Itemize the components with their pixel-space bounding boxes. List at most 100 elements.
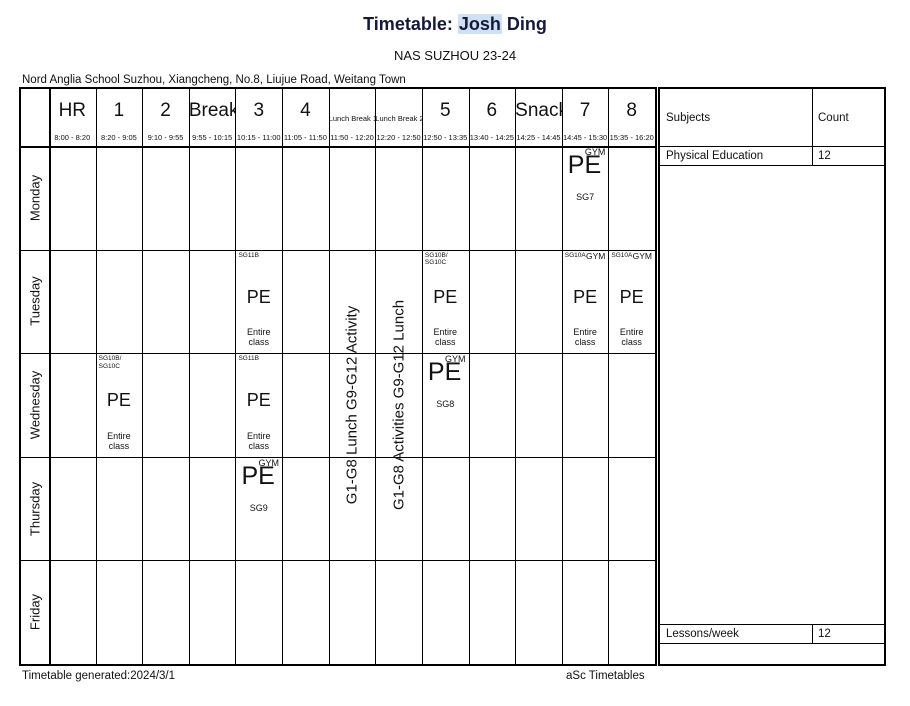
- lessons-per-week-label: Lessons/week: [666, 628, 739, 640]
- school-year-subtitle: NAS SUZHOU 23-24: [393, 48, 517, 63]
- grid-column-divider: [95, 89, 97, 664]
- lesson-class-scope: Entire class: [107, 430, 131, 451]
- day-label-text: Monday: [27, 174, 43, 221]
- lesson-cell[interactable]: GYM PE SG8: [422, 353, 469, 457]
- grid-row-divider: [21, 456, 655, 458]
- lesson-class-code: SG11B: [238, 251, 259, 259]
- period-time: 14:25 - 14:45: [516, 133, 561, 142]
- period-time: 15:35 - 16:20: [609, 133, 654, 142]
- lesson-cell[interactable]: GYM PE SG7: [562, 146, 609, 250]
- lesson-class-scope: Entire class: [573, 327, 597, 348]
- period-name: Lunch Break 1: [328, 114, 376, 123]
- lesson-subject: PE: [619, 286, 644, 307]
- lunch-break-2-vertical-label: G1-G8 Activities G9-G12 Lunch: [375, 146, 422, 664]
- grid-column-divider: [235, 89, 237, 664]
- footer-product-name: aSc Timetables: [566, 670, 645, 682]
- day-label-friday: Friday: [21, 560, 49, 664]
- title-suffix: Ding: [501, 14, 547, 34]
- period-name: Snack: [515, 101, 562, 121]
- page-title: Timetable: Josh Ding: [0, 14, 910, 35]
- lesson-class-code: SG10A: [564, 251, 586, 259]
- lunch-break-1-vertical-label: G1-G8 Lunch G9-G12 Activity: [329, 146, 376, 664]
- period-header-1: 1 8:20 - 9:05: [96, 89, 143, 146]
- day-label-text: Friday: [27, 594, 43, 631]
- period-name: 6: [486, 101, 498, 121]
- lesson-subject: PE: [246, 286, 271, 307]
- footer-generated-date: Timetable generated:2024/3/1: [22, 670, 176, 682]
- period-time: 8:20 - 9:05: [100, 133, 137, 142]
- subjects-header-label: Subjects: [666, 112, 711, 124]
- period-time: 14:45 - 15:30: [562, 133, 608, 142]
- lesson-class-code: SG10B/ SG10C: [424, 251, 448, 267]
- grid-column-divider: [421, 89, 423, 664]
- period-time: 10:15 - 11:00: [236, 133, 281, 142]
- grid-row-divider: [21, 249, 655, 251]
- lesson-cell[interactable]: GYM PE SG9: [235, 457, 282, 561]
- period-name: 8: [626, 101, 637, 121]
- grid-column-divider: [328, 89, 330, 664]
- school-address: Nord Anglia School Suzhou, Xiangcheng, N…: [22, 74, 406, 86]
- subject-count: 12: [818, 150, 831, 162]
- lesson-subject: PE: [427, 358, 462, 387]
- subjects-total-top-divider: [660, 624, 884, 625]
- grid-column-divider: [608, 89, 610, 664]
- lesson-cell[interactable]: SG10A GYM PE Entire class: [562, 250, 609, 354]
- period-name: HR: [58, 101, 87, 121]
- subjects-total-column-divider: [812, 624, 813, 643]
- period-name: 7: [579, 101, 591, 121]
- lesson-class-code: SG10A: [611, 251, 633, 259]
- timetable-grid: HR 8:00 - 8:20 1 8:20 - 9:05 2 9:10 - 9:55 Bre…: [19, 87, 657, 666]
- title-prefix: Timetable:: [363, 14, 458, 34]
- period-header-snack: Snack 14:25 - 14:45: [515, 89, 562, 146]
- period-time: 11:05 - 11:50: [283, 133, 327, 142]
- day-label-wednesday: Wednesday: [21, 353, 49, 457]
- grid-daycolumn-divider: [49, 89, 51, 664]
- period-header-hr: HR 8:00 - 8:20: [49, 89, 96, 146]
- period-name: Break: [188, 101, 236, 121]
- period-header-2: 2 9:10 - 9:55: [142, 89, 189, 146]
- vertical-label-text: G1-G8 Activities G9-G12 Lunch: [390, 299, 408, 511]
- period-name: 1: [113, 101, 125, 121]
- lesson-cell[interactable]: SG10B/ SG10C PE Entire class: [422, 250, 469, 354]
- period-header-7: 7 14:45 - 15:30: [562, 89, 609, 146]
- period-time: 12:20 - 12:50: [376, 133, 421, 142]
- period-header-5: 5 12:50 - 13:35: [422, 89, 469, 146]
- grid-column-divider: [188, 89, 190, 664]
- lesson-subject: PE: [241, 461, 275, 490]
- period-header-6: 6 13:40 - 14:25: [469, 89, 516, 146]
- lesson-cell[interactable]: SG11B PE Entire class: [235, 250, 282, 354]
- lesson-group: SG7: [576, 192, 595, 202]
- lesson-class-code: SG11B: [238, 355, 259, 363]
- lesson-class-code: SG10B/ SG10C: [98, 355, 122, 370]
- grid-column-divider: [142, 89, 144, 664]
- subjects-summary-panel: Subjects Count Physical Education 12 Lessons…: [658, 87, 886, 666]
- period-name: Lunch Break 2: [375, 114, 422, 123]
- lesson-subject: PE: [573, 286, 598, 307]
- period-name: 3: [253, 101, 265, 121]
- period-header-lunch-break-1: Lunch Break 1 11:50 - 12:20: [329, 89, 376, 146]
- lesson-room: GYM: [632, 250, 652, 261]
- day-label-monday: Monday: [21, 146, 49, 250]
- lessons-per-week-count: 12: [818, 628, 831, 640]
- day-label-text: Tuesday: [27, 276, 43, 327]
- lesson-cell[interactable]: SG10A GYM PE Entire class: [608, 250, 655, 354]
- lesson-class-scope: Entire class: [247, 430, 271, 451]
- period-header-lunch-break-2: Lunch Break 2 12:20 - 12:50: [375, 89, 422, 146]
- period-name: 2: [160, 101, 171, 121]
- period-name: 4: [300, 101, 311, 121]
- title-highlighted-name: Josh: [457, 14, 502, 34]
- vertical-label-text: G1-G8 Lunch G9-G12 Activity: [343, 305, 361, 505]
- grid-column-divider: [561, 89, 563, 664]
- grid-column-divider: [282, 89, 284, 664]
- lesson-class-scope: Entire class: [433, 327, 457, 348]
- lesson-cell[interactable]: SG10B/ SG10C PE Entire class: [96, 353, 143, 457]
- lesson-cell[interactable]: SG11B PE Entire class: [235, 353, 282, 457]
- grid-row-divider: [21, 146, 655, 148]
- period-time: 9:10 - 9:55: [147, 133, 184, 142]
- subjects-column-divider: [812, 89, 813, 165]
- day-label-text: Wednesday: [27, 370, 43, 440]
- subjects-header-divider: [660, 146, 884, 147]
- timetable-page: Timetable: Josh Ding NAS SUZHOU 23-24 No…: [0, 0, 910, 706]
- period-time: 8:00 - 8:20: [54, 133, 91, 142]
- grid-column-divider: [375, 89, 377, 664]
